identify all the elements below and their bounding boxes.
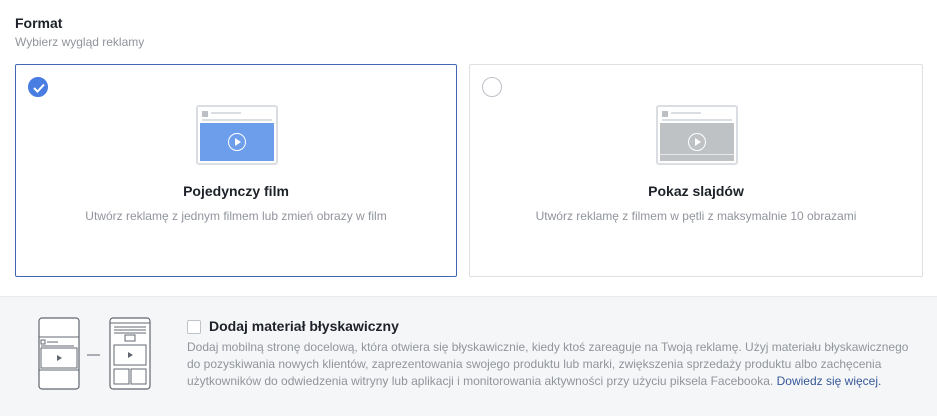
slideshow-preview-icon: [656, 105, 738, 165]
instant-experience-checkbox[interactable]: [187, 320, 201, 334]
instant-experience-description: Dodaj mobilną stronę docelową, która otw…: [187, 339, 922, 390]
format-description: Utwórz reklamę z jednym filmem lub zmień…: [85, 209, 387, 223]
section-title: Format: [15, 15, 63, 31]
format-title: Pokaz slajdów: [648, 183, 744, 199]
learn-more-link[interactable]: Dowiedz się więcej.: [777, 374, 882, 388]
play-icon: [688, 133, 706, 151]
play-icon: [228, 133, 246, 151]
section-subtitle: Wybierz wygląd reklamy: [15, 35, 145, 49]
radio-checked-icon[interactable]: [28, 77, 48, 97]
radio-unchecked-icon[interactable]: [482, 77, 502, 97]
format-title: Pojedynczy film: [183, 183, 289, 199]
format-header: Format Wybierz wygląd reklamy: [15, 14, 144, 50]
format-option-single-video[interactable]: Pojedynczy film Utwórz reklamę z jednym …: [15, 64, 457, 277]
instant-experience-illustration-icon: [38, 317, 153, 396]
instant-experience-section: Dodaj materiał błyskawiczny Dodaj mobiln…: [0, 296, 937, 416]
format-option-slideshow[interactable]: Pokaz slajdów Utwórz reklamę z filmem w …: [469, 64, 923, 277]
format-description: Utwórz reklamę z filmem w pętli z maksym…: [535, 209, 857, 223]
instant-experience-title: Dodaj materiał błyskawiczny: [209, 318, 399, 334]
single-video-preview-icon: [196, 105, 278, 165]
